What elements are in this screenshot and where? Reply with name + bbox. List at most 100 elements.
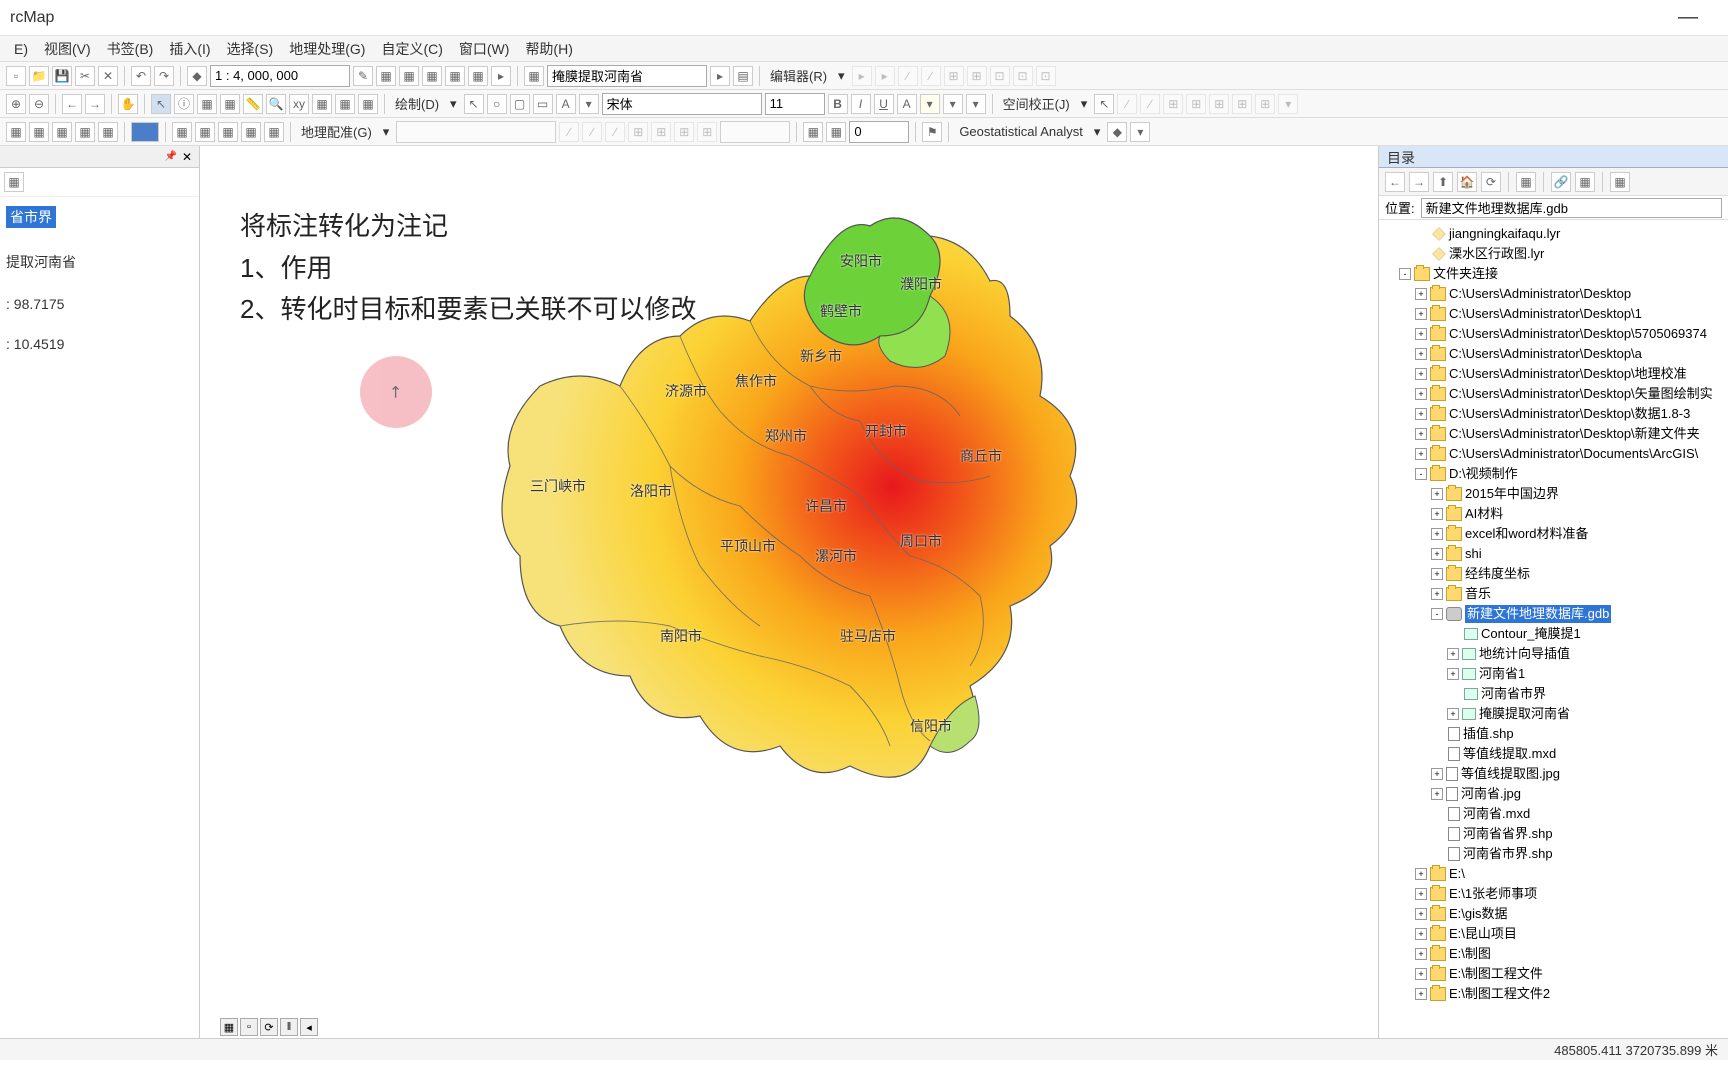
- minimize-icon[interactable]: —: [1678, 6, 1698, 29]
- edit-tool-icon[interactable]: ∕: [898, 66, 918, 86]
- tree-toggle-icon[interactable]: +: [1431, 568, 1443, 580]
- back-icon[interactable]: ←: [1385, 172, 1405, 192]
- tree-toggle-icon[interactable]: +: [1415, 988, 1427, 1000]
- open-icon[interactable]: 📁: [29, 66, 49, 86]
- toc-layer-selected[interactable]: 省市界: [6, 206, 56, 228]
- edit-tool-icon[interactable]: ▸: [852, 66, 872, 86]
- editor-tool-icon[interactable]: ✎: [353, 66, 373, 86]
- tool-icon[interactable]: ⊞: [628, 122, 648, 142]
- toc-view-icon[interactable]: ▦: [4, 172, 24, 192]
- tree-node[interactable]: +河南省.jpg: [1383, 784, 1724, 804]
- tree-node[interactable]: -D:\视频制作: [1383, 464, 1724, 484]
- tree-toggle-icon[interactable]: +: [1415, 448, 1427, 460]
- adj-tool-icon[interactable]: ⊞: [1163, 94, 1183, 114]
- menu-item[interactable]: 帮助(H): [519, 37, 578, 61]
- tree-toggle-icon[interactable]: +: [1415, 888, 1427, 900]
- tree-toggle-icon[interactable]: +: [1415, 968, 1427, 980]
- menu-item[interactable]: 自定义(C): [375, 37, 448, 61]
- measure-icon[interactable]: 📏: [243, 94, 263, 114]
- location-input[interactable]: [1421, 198, 1722, 218]
- draw-arrow-icon[interactable]: ↖: [464, 94, 484, 114]
- layout-view-tab[interactable]: ▫: [240, 1018, 258, 1036]
- pan-icon[interactable]: ✋: [118, 94, 138, 114]
- scale-combo[interactable]: 1 : 4, 000, 000: [210, 65, 350, 87]
- add-data-icon[interactable]: ◆: [187, 66, 207, 86]
- geostat-label[interactable]: Geostatistical Analyst: [955, 124, 1087, 139]
- tool-icon[interactable]: ▦: [172, 122, 192, 142]
- tree-toggle-icon[interactable]: +: [1431, 508, 1443, 520]
- draw-rect-icon[interactable]: ▭: [533, 94, 553, 114]
- tool-icon[interactable]: ▦: [422, 66, 442, 86]
- tool-icon[interactable]: ▦: [29, 122, 49, 142]
- tool-icon[interactable]: ▦: [218, 122, 238, 142]
- tool-icon[interactable]: ▦: [1610, 172, 1630, 192]
- tree-node[interactable]: +掩膜提取河南省: [1383, 704, 1724, 724]
- view-icon[interactable]: ▦: [1516, 172, 1536, 192]
- tree-node[interactable]: +2015年中国边界: [1383, 484, 1724, 504]
- tree-toggle-icon[interactable]: +: [1431, 588, 1443, 600]
- tree-node[interactable]: Contour_掩膜提1: [1383, 624, 1724, 644]
- toc-layer[interactable]: 提取河南省: [6, 249, 193, 275]
- spin[interactable]: 0: [849, 121, 909, 143]
- font-color-icon[interactable]: A: [897, 94, 917, 114]
- font-combo[interactable]: 宋体: [602, 93, 762, 115]
- tool-icon[interactable]: ▦: [399, 66, 419, 86]
- tool-icon[interactable]: ⊞: [697, 122, 717, 142]
- find-icon[interactable]: 🔍: [266, 94, 286, 114]
- tool-icon[interactable]: ▾: [579, 94, 599, 114]
- tree-node[interactable]: +E:\制图工程文件: [1383, 964, 1724, 984]
- italic-icon[interactable]: I: [851, 94, 871, 114]
- tree-node[interactable]: +excel和word材料准备: [1383, 524, 1724, 544]
- home-icon[interactable]: 🏠: [1457, 172, 1477, 192]
- tree-node[interactable]: +河南省1: [1383, 664, 1724, 684]
- tree-node[interactable]: -新建文件地理数据库.gdb: [1383, 604, 1724, 624]
- tool-icon[interactable]: ▦: [358, 94, 378, 114]
- menu-item[interactable]: 地理处理(G): [283, 37, 371, 61]
- tree-toggle-icon[interactable]: +: [1431, 788, 1443, 800]
- tree-node[interactable]: +经纬度坐标: [1383, 564, 1724, 584]
- tree-toggle-icon[interactable]: +: [1415, 428, 1427, 440]
- undo-icon[interactable]: ↶: [131, 66, 151, 86]
- tree-node[interactable]: 河南省.mxd: [1383, 804, 1724, 824]
- tree-node[interactable]: +E:\1张老师事项: [1383, 884, 1724, 904]
- tree-node[interactable]: +E:\昆山项目: [1383, 924, 1724, 944]
- georef-layer-combo[interactable]: [396, 121, 556, 143]
- tree-node[interactable]: 溧水区行政图.lyr: [1383, 244, 1724, 264]
- tree-toggle-icon[interactable]: +: [1415, 288, 1427, 300]
- tool-icon[interactable]: ▦: [241, 122, 261, 142]
- tree-node[interactable]: +C:\Users\Administrator\Desktop\a: [1383, 344, 1724, 364]
- cut-icon[interactable]: ✂: [75, 66, 95, 86]
- tree-toggle-icon[interactable]: +: [1415, 328, 1427, 340]
- menu-item[interactable]: 视图(V): [38, 37, 97, 61]
- marker-color-icon[interactable]: ▾: [966, 94, 986, 114]
- tree-toggle-icon[interactable]: +: [1431, 488, 1443, 500]
- tree-toggle-icon[interactable]: -: [1399, 268, 1411, 280]
- tree-node[interactable]: +E:\: [1383, 864, 1724, 884]
- pan-fwd-icon[interactable]: →: [85, 94, 105, 114]
- tree-node[interactable]: +C:\Users\Administrator\Desktop\数据1.8-3: [1383, 404, 1724, 424]
- tool-icon[interactable]: ▦: [1575, 172, 1595, 192]
- fill-color-icon[interactable]: ▾: [920, 94, 940, 114]
- tree-toggle-icon[interactable]: -: [1415, 468, 1427, 480]
- fwd-icon[interactable]: →: [1409, 172, 1429, 192]
- edit-tool-icon[interactable]: ⊡: [990, 66, 1010, 86]
- tree-node[interactable]: 河南省市界.shp: [1383, 844, 1724, 864]
- tool-icon[interactable]: [131, 122, 159, 142]
- catalog-tree[interactable]: jiangningkaifaqu.lyr溧水区行政图.lyr-文件夹连接 +C:\…: [1379, 220, 1728, 1040]
- tool-icon[interactable]: ▤: [733, 66, 753, 86]
- tool-icon[interactable]: ▦: [376, 66, 396, 86]
- tree-node[interactable]: jiangningkaifaqu.lyr: [1383, 224, 1724, 244]
- tree-toggle-icon[interactable]: +: [1415, 368, 1427, 380]
- tree-toggle-icon[interactable]: +: [1415, 388, 1427, 400]
- draw-tool-icon[interactable]: ▢: [510, 94, 530, 114]
- adj-tool-icon[interactable]: ▾: [1278, 94, 1298, 114]
- menu-item[interactable]: 选择(S): [221, 37, 280, 61]
- tree-node[interactable]: +C:\Users\Administrator\Desktop\57050693…: [1383, 324, 1724, 344]
- tree-node[interactable]: +E:\制图: [1383, 944, 1724, 964]
- tree-node[interactable]: -文件夹连接: [1383, 264, 1724, 284]
- tree-toggle-icon[interactable]: +: [1415, 948, 1427, 960]
- geostat-icon[interactable]: ◆: [1107, 122, 1127, 142]
- tree-node[interactable]: 河南省市界: [1383, 684, 1724, 704]
- tree-node[interactable]: +C:\Users\Administrator\Desktop\地理校准: [1383, 364, 1724, 384]
- edit-tool-icon[interactable]: ⊞: [944, 66, 964, 86]
